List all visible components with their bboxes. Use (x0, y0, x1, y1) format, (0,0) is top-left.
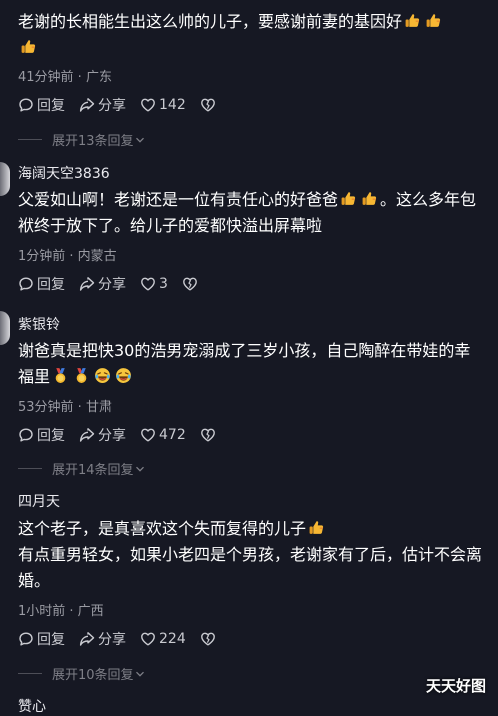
divider-line (18, 468, 42, 469)
like-button[interactable]: 3 (140, 276, 168, 292)
heart-icon (140, 97, 156, 113)
comment-actions: 回复 分享 224 (18, 629, 233, 649)
dislike-button[interactable] (200, 97, 219, 113)
comment-text: 父爱如山啊！老谢还是一位有责任心的好爸爸 。这么多年包袱终于放下了。给儿子的爱都快… (18, 190, 477, 235)
dislike-button[interactable] (200, 631, 219, 647)
share-button[interactable]: 分享 (79, 629, 126, 649)
comment-meta: 41分钟前 · 广东 (18, 70, 112, 85)
comment-actions: 回复 分享 142 (18, 95, 233, 115)
chevron-down-icon (134, 463, 146, 475)
comment-actions: 回复 分享 3 (18, 274, 215, 294)
chevron-down-icon (134, 134, 146, 146)
rolling-laugh-emoji (94, 367, 111, 384)
dislike-button[interactable] (182, 276, 201, 292)
medal-emoji (52, 367, 69, 384)
comment-meta: 1小时前 · 广西 (18, 604, 104, 619)
heart-icon (140, 631, 156, 647)
share-arrow-icon (79, 276, 95, 292)
like-button[interactable]: 142 (140, 97, 186, 113)
medal-emoji (73, 367, 90, 384)
reply-button[interactable]: 回复 (18, 629, 65, 649)
comment-bubble-icon (18, 97, 34, 113)
like-button[interactable]: 472 (140, 427, 186, 443)
share-button[interactable]: 分享 (79, 425, 126, 445)
dislike-button[interactable] (200, 427, 219, 443)
avatar[interactable] (0, 162, 10, 196)
comment-meta: 53分钟前 · 甘肃 (18, 400, 112, 415)
thumbs-up-emoji (340, 190, 357, 207)
heart-icon (140, 427, 156, 443)
divider-line (18, 673, 42, 674)
broken-heart-icon (182, 276, 198, 292)
comment-text: 这个老子，是真喜欢这个失而复得的儿子 有点重男轻女，如果小老四是个男孩，老谢家有… (18, 519, 483, 590)
share-button[interactable]: 分享 (79, 274, 126, 294)
broken-heart-icon (200, 97, 216, 113)
reply-button[interactable]: 回复 (18, 95, 65, 115)
chevron-down-icon (134, 668, 146, 680)
share-arrow-icon (79, 97, 95, 113)
comment-meta: 1分钟前 · 内蒙古 (18, 249, 117, 264)
thumbs-up-emoji (361, 190, 378, 207)
heart-icon (140, 276, 156, 292)
thumbs-up-emoji (404, 12, 421, 29)
comment-bubble-icon (18, 276, 34, 292)
rolling-laugh-emoji (115, 367, 132, 384)
reply-button[interactable]: 回复 (18, 425, 65, 445)
expand-replies-button[interactable]: 展开13条回复 (18, 130, 146, 149)
comment-item: 紫银铃 谢爸真是把快30的浩男宠溺成了三岁小孩，自己陶醉在带娃的幸福里 53分钟… (0, 308, 498, 478)
reply-button[interactable]: 回复 (18, 274, 65, 294)
comment-actions: 回复 分享 472 (18, 425, 233, 445)
broken-heart-icon (200, 631, 216, 647)
comment-item: 老谢的长相能生出这么帅的儿子，要感谢前妻的基因好 41分钟前 · 广东 回复 分… (0, 0, 498, 150)
broken-heart-icon (200, 427, 216, 443)
comment-item: 海阔天空3836 父爱如山啊！老谢还是一位有责任心的好爸爸 。这么多年包袱终于放下… (0, 157, 498, 297)
username[interactable]: 四月天 (18, 491, 60, 511)
thumbs-up-emoji (308, 519, 325, 536)
username[interactable]: 紫银铃 (18, 314, 60, 334)
divider-line (18, 139, 42, 140)
share-arrow-icon (79, 427, 95, 443)
thumbs-up-emoji (425, 12, 442, 29)
comment-bubble-icon (18, 631, 34, 647)
comment-item: 四月天 这个老子，是真喜欢这个失而复得的儿子 有点重男轻女，如果小老四是个男孩，… (0, 486, 498, 686)
share-button[interactable]: 分享 (79, 95, 126, 115)
comment-text: 谢爸真是把快30的浩男宠溺成了三岁小孩，自己陶醉在带娃的幸福里 (18, 341, 471, 386)
comment-bubble-icon (18, 427, 34, 443)
username[interactable]: 赞心 (18, 696, 46, 716)
like-button[interactable]: 224 (140, 631, 186, 647)
expand-replies-button[interactable]: 展开10条回复 (18, 664, 146, 683)
comment-text: 老谢的长相能生出这么帅的儿子，要感谢前妻的基因好 (18, 9, 486, 61)
expand-replies-button[interactable]: 展开14条回复 (18, 459, 146, 478)
thumbs-up-emoji (20, 38, 37, 55)
share-arrow-icon (79, 631, 95, 647)
username[interactable]: 海阔天空3836 (18, 163, 110, 183)
watermark: 天天好图 (425, 677, 486, 695)
avatar[interactable] (0, 311, 10, 345)
